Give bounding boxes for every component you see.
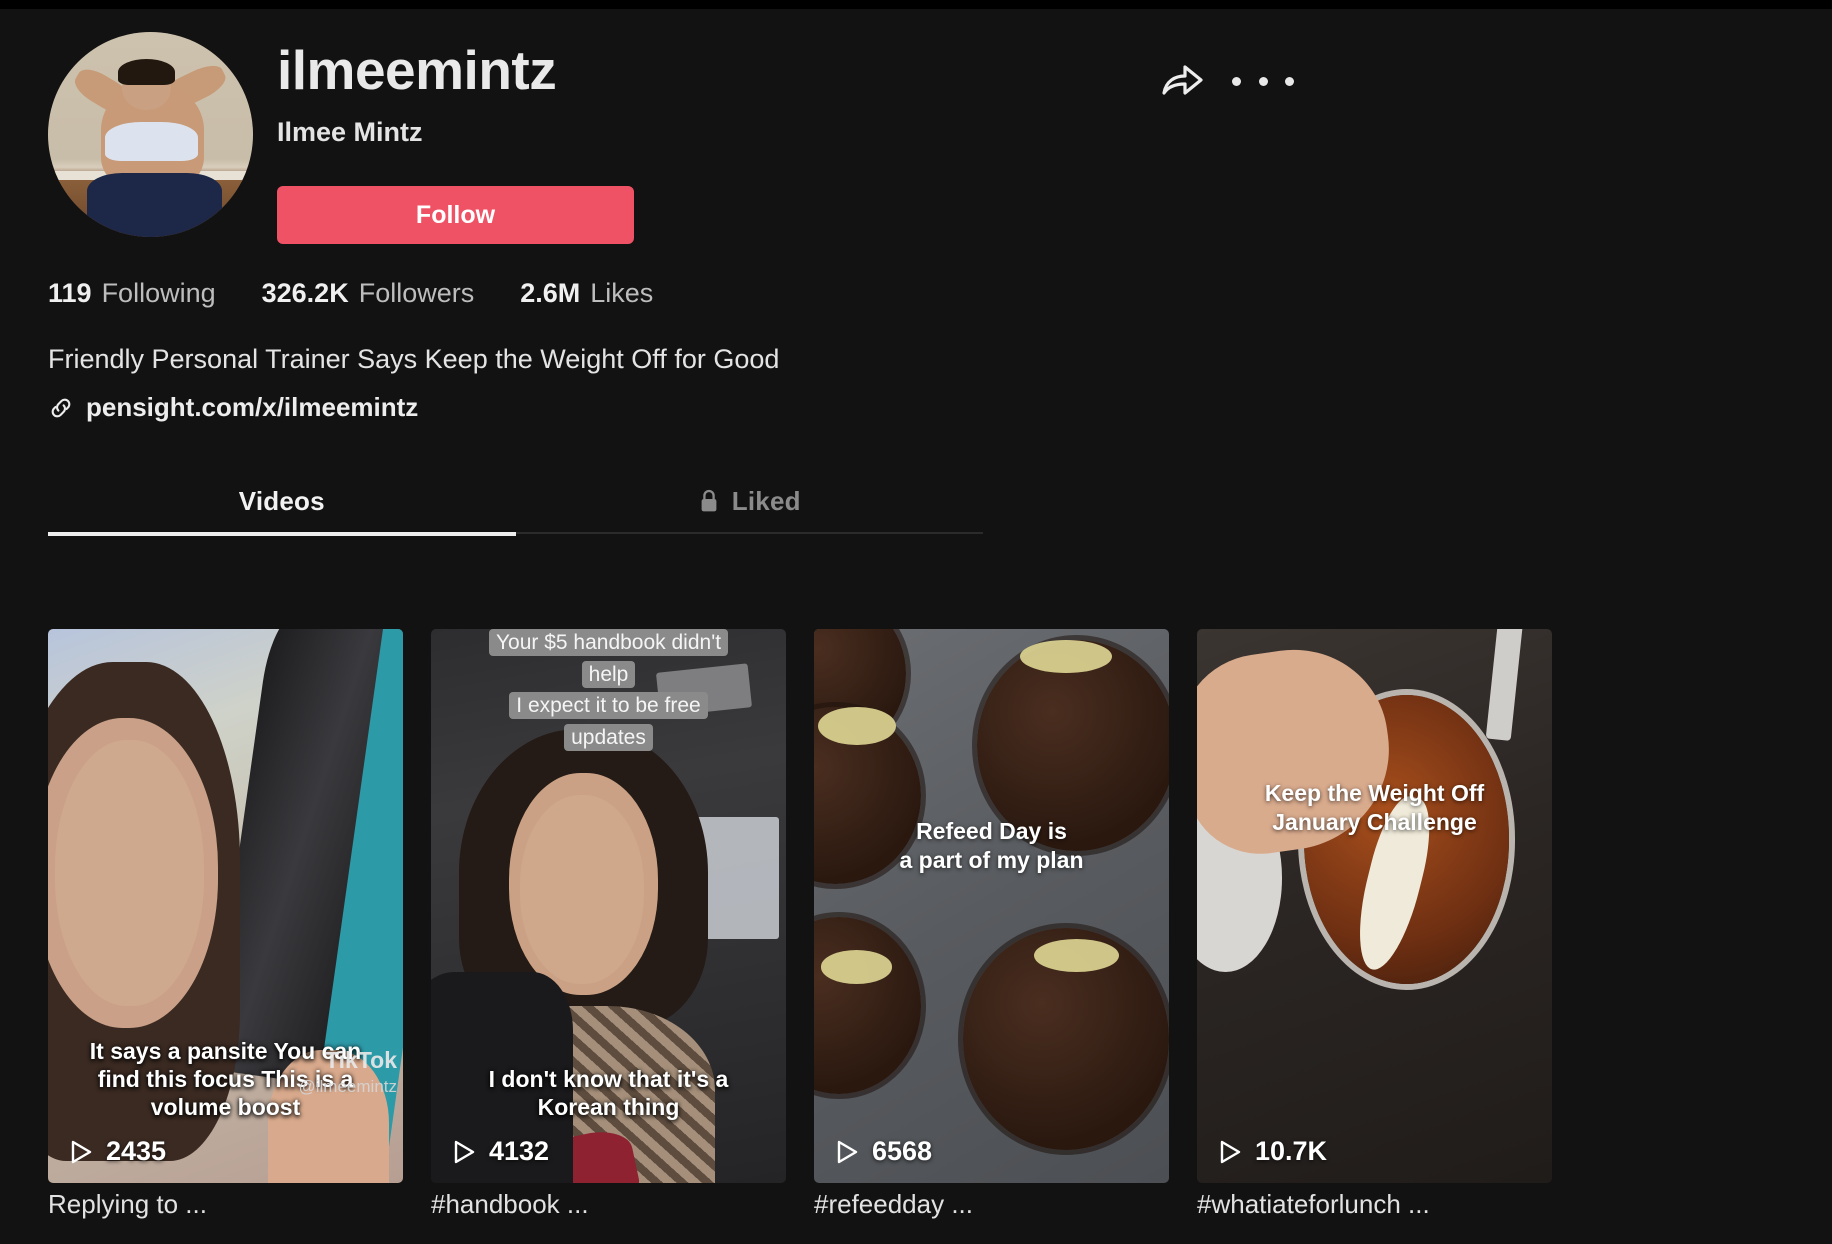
tab-videos[interactable]: Videos (48, 466, 516, 536)
video-card: Refeed Day is a part of my plan 6568 #re… (814, 629, 1169, 1219)
video-card: It says a pansite You can find this focu… (48, 629, 403, 1219)
play-count-value: 4132 (489, 1136, 550, 1166)
video-title[interactable]: Replying to ... (48, 1189, 207, 1220)
tiktok-profile-page: ilmeemintz Ilmee Mintz Follow 119 Follow… (0, 0, 1832, 1244)
more-options-icon[interactable] (1232, 59, 1294, 103)
tab-liked[interactable]: Liked (516, 466, 984, 536)
avatar-hair (117, 58, 176, 86)
play-triangle-icon (68, 1139, 94, 1165)
thumb-art-crumb (817, 706, 896, 746)
profile-header: ilmeemintz Ilmee Mintz Follow 119 Follow… (0, 9, 1832, 536)
follow-button[interactable]: Follow (277, 186, 634, 244)
video-play-count: 4132 (451, 1136, 549, 1167)
stat-likes-count: 2.6M (520, 278, 581, 308)
profile-bio: Friendly Personal Trainer Says Keep the … (48, 344, 780, 374)
stat-likes-label: Likes (590, 278, 654, 308)
thumb-art-face-highlight (519, 795, 644, 984)
more-dot-1 (1232, 76, 1241, 86)
stat-likes: 2.6M Likes (520, 278, 653, 309)
lock-icon (698, 488, 720, 514)
play-count-value: 6568 (872, 1136, 933, 1166)
stat-followers[interactable]: 326.2K Followers (262, 278, 475, 309)
watermark-brand: TikTok (325, 1047, 397, 1073)
profile-link[interactable]: pensight.com/x/ilmeemintz (48, 392, 418, 423)
video-grid: It says a pansite You can find this focu… (48, 629, 1784, 1219)
tab-liked-label: Liked (731, 485, 801, 516)
top-black-strip (0, 0, 1832, 9)
video-thumbnail[interactable]: Your $5 handbook didn't help I expect it… (431, 629, 786, 1183)
play-count-value: 2435 (106, 1136, 167, 1166)
video-title[interactable]: #handbook ... (431, 1189, 589, 1220)
video-play-count: 6568 (834, 1136, 932, 1167)
play-count-value: 10.7K (1255, 1136, 1328, 1166)
share-arrow-icon[interactable] (1158, 57, 1206, 105)
thumb-art-face-highlight (55, 739, 205, 1006)
stat-followers-label: Followers (358, 278, 475, 308)
stat-followers-count: 326.2K (261, 278, 349, 308)
video-title[interactable]: #whatiateforlunch ... (1197, 1189, 1430, 1220)
video-thumbnail[interactable]: It says a pansite You can find this focu… (48, 629, 403, 1183)
profile-stats: 119 Following 326.2K Followers 2.6M Like… (48, 278, 699, 309)
video-thumbnail[interactable]: Keep the Weight Off January Challenge 10… (1197, 629, 1552, 1183)
thumb-art-crumb (821, 950, 893, 984)
avatar[interactable] (48, 32, 253, 237)
video-overlay-top-caption-text: Your $5 handbook didn't help I expect it… (488, 629, 729, 751)
link-chain-icon (48, 395, 74, 421)
avatar-leggings (86, 173, 223, 237)
video-card: Keep the Weight Off January Challenge 10… (1197, 629, 1552, 1219)
tiktok-watermark: TikTok @ilmeemintz (299, 1047, 398, 1097)
video-card: Your $5 handbook didn't help I expect it… (431, 629, 786, 1219)
avatar-sports-bra (105, 122, 198, 162)
thumb-art-cup (814, 917, 921, 1095)
thumb-art-rail (1485, 629, 1523, 741)
profile-tabs: Videos Liked (48, 466, 983, 536)
video-overlay-caption: Keep the Weight Off January Challenge (1264, 780, 1485, 835)
video-overlay-caption: Refeed Day is a part of my plan (899, 818, 1084, 873)
stat-following-count: 119 (48, 278, 92, 308)
video-overlay-top-caption: Your $5 handbook didn't help I expect it… (443, 629, 774, 753)
profile-display-name: Ilmee Mintz (277, 117, 423, 147)
play-triangle-icon (451, 1139, 477, 1165)
profile-link-text: pensight.com/x/ilmeemintz (86, 392, 419, 422)
stat-following[interactable]: 119 Following (48, 278, 216, 309)
more-dot-2 (1258, 76, 1268, 86)
video-play-count: 2435 (68, 1136, 166, 1167)
video-play-count: 10.7K (1217, 1136, 1327, 1167)
stat-following-label: Following (101, 278, 216, 308)
more-dot-3 (1285, 76, 1294, 86)
tab-videos-label: Videos (238, 485, 325, 516)
watermark-handle: @ilmeemintz (298, 1077, 398, 1096)
profile-username: ilmeemintz (277, 39, 557, 101)
video-overlay-caption: I don't know that it's a Korean thing (488, 1065, 729, 1120)
play-triangle-icon (834, 1139, 860, 1165)
tab-active-underline (48, 532, 516, 536)
video-title[interactable]: #refeedday ... (814, 1189, 973, 1220)
video-thumbnail[interactable]: Refeed Day is a part of my plan 6568 (814, 629, 1169, 1183)
play-triangle-icon (1217, 1139, 1243, 1165)
